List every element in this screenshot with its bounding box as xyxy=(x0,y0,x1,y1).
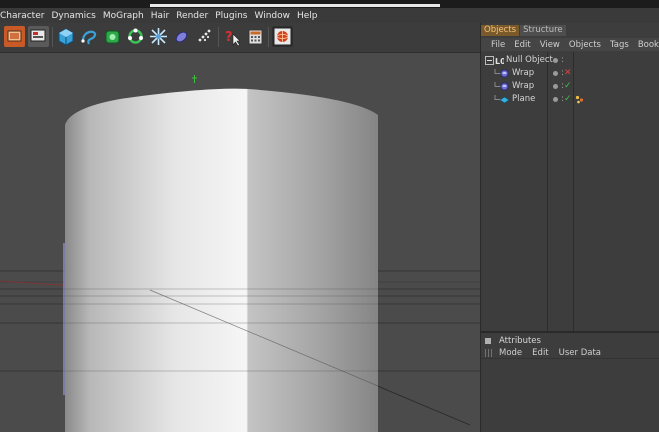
toolbar-separator xyxy=(52,27,53,47)
texture-tag-icon xyxy=(575,95,584,104)
om-menu-tags[interactable]: Tags xyxy=(610,40,629,50)
object-row-null[interactable]: L0 Null Object : xyxy=(481,54,659,67)
menu-plugins[interactable]: Plugins xyxy=(215,11,254,21)
deformer-icon[interactable] xyxy=(148,26,169,47)
svg-text:L0: L0 xyxy=(495,57,504,65)
scene-view xyxy=(0,53,480,432)
menu-hair[interactable]: Hair xyxy=(151,11,176,21)
attr-menu-mode[interactable]: Mode xyxy=(499,348,522,358)
object-manager-menu: File Edit View Objects Tags Bookm xyxy=(481,38,659,51)
object-name: Null Object xyxy=(506,55,553,65)
command-toolbar: ? xyxy=(0,23,480,52)
object-list: L0 Null Object : Wrap :✕ Wrap :✓ Plane :… xyxy=(481,52,659,331)
cylinder-object xyxy=(65,88,378,432)
visibility-dot[interactable] xyxy=(553,97,558,102)
visibility-dot[interactable] xyxy=(553,58,558,63)
wrap-deformer-icon xyxy=(500,69,509,78)
calculator-icon[interactable] xyxy=(245,26,266,47)
3d-viewport[interactable]: ✥⬍⟲▢ xyxy=(0,52,480,432)
grip-icon[interactable] xyxy=(485,348,493,357)
scene-icon[interactable] xyxy=(171,26,192,47)
attr-menu-user-data[interactable]: User Data xyxy=(559,348,601,358)
render-region-icon[interactable] xyxy=(4,26,25,47)
menu-mograph[interactable]: MoGraph xyxy=(103,11,151,21)
object-row-wrap[interactable]: Wrap :✕ xyxy=(481,67,659,80)
object-name: Plane xyxy=(512,94,536,104)
title-strip xyxy=(0,0,659,8)
object-name: Wrap xyxy=(512,81,535,91)
main-menu-bar: Character Dynamics MoGraph Hair Render P… xyxy=(0,8,659,23)
attr-menu-edit[interactable]: Edit xyxy=(532,348,548,358)
nurbs-icon[interactable] xyxy=(102,26,123,47)
window-highlight xyxy=(150,4,440,7)
array-icon[interactable] xyxy=(125,26,146,47)
spline-icon[interactable] xyxy=(79,26,100,47)
attributes-menu: Mode Edit User Data xyxy=(481,347,659,359)
visibility-dot[interactable] xyxy=(553,71,558,76)
svg-text:?: ? xyxy=(225,30,233,45)
menu-help[interactable]: Help xyxy=(297,11,325,21)
enable-toggle[interactable]: :✕ xyxy=(561,67,572,79)
menu-character[interactable]: Character xyxy=(0,11,51,21)
enable-toggle[interactable]: :✓ xyxy=(561,93,572,105)
om-menu-bookmarks[interactable]: Bookm xyxy=(638,40,659,50)
attributes-header: Attributes xyxy=(481,335,659,346)
visibility-toggle[interactable]: : xyxy=(561,54,564,66)
plane-icon xyxy=(500,96,509,104)
attributes-title: Attributes xyxy=(499,335,541,346)
object-manager-tabs: Objects Structure xyxy=(481,25,659,37)
tree-expand-icon xyxy=(485,56,494,65)
om-menu-view[interactable]: View xyxy=(540,40,560,50)
light-icon[interactable] xyxy=(194,26,215,47)
object-name: Wrap xyxy=(512,68,535,78)
om-menu-edit[interactable]: Edit xyxy=(514,40,530,50)
menu-dynamics[interactable]: Dynamics xyxy=(51,11,102,21)
menu-window[interactable]: Window xyxy=(255,11,298,21)
attributes-manager: Attributes Mode Edit User Data xyxy=(480,331,659,432)
wrap-deformer-icon xyxy=(500,82,509,91)
render-view-icon[interactable] xyxy=(28,26,49,47)
tab-objects[interactable]: Objects xyxy=(481,25,520,36)
object-row-plane[interactable]: Plane :✓ xyxy=(481,93,659,106)
toolbar-separator xyxy=(218,27,219,47)
render-sphere-icon[interactable] xyxy=(272,26,293,47)
help-cursor-icon[interactable]: ? xyxy=(222,26,243,47)
om-menu-file[interactable]: File xyxy=(491,40,505,50)
panel-menu-icon[interactable] xyxy=(485,337,491,344)
object-manager: Objects Structure File Edit View Objects… xyxy=(480,23,659,331)
object-row-wrap[interactable]: Wrap :✓ xyxy=(481,80,659,93)
null-object-icon: L0 xyxy=(495,57,504,65)
menu-render[interactable]: Render xyxy=(176,11,215,21)
om-menu-objects[interactable]: Objects xyxy=(569,40,601,50)
tab-structure[interactable]: Structure xyxy=(520,25,566,36)
enable-toggle[interactable]: :✓ xyxy=(561,80,572,92)
toolbar-separator xyxy=(268,27,269,47)
cube-icon[interactable] xyxy=(56,26,77,47)
visibility-dot[interactable] xyxy=(553,84,558,89)
